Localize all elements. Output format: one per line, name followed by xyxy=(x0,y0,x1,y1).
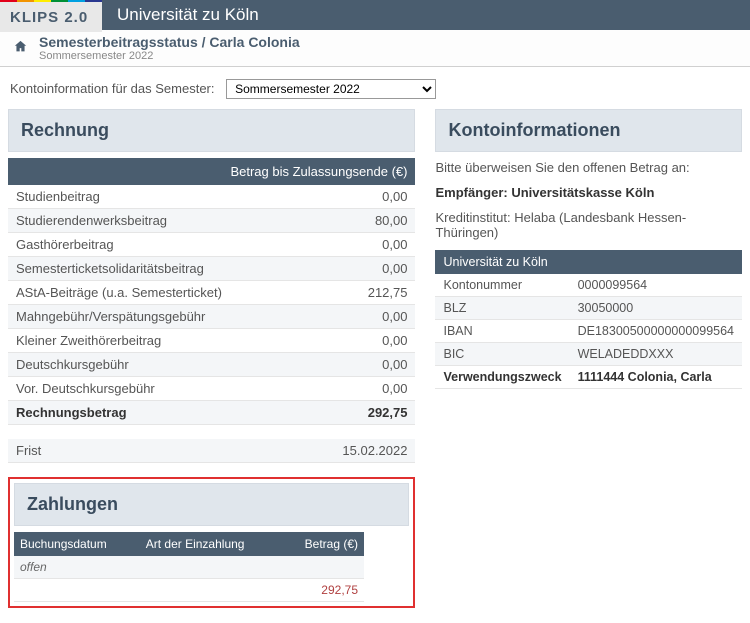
bank-table-header: Universität zu Köln xyxy=(435,250,742,274)
table-row: BICWELADEDDXXX xyxy=(435,343,742,366)
payments-highlight-box: Zahlungen Buchungsdatum Art der Einzahlu… xyxy=(8,477,415,608)
payments-table: Buchungsdatum Art der Einzahlung Betrag … xyxy=(14,532,364,602)
table-row: Gasthörerbeitrag0,00 xyxy=(8,233,415,257)
table-row: IBANDE18300500000000099564 xyxy=(435,320,742,343)
university-name: Universität zu Köln xyxy=(102,5,259,25)
table-row: AStA-Beiträge (u.a. Semesterticket)212,7… xyxy=(8,281,415,305)
table-row: Mahngebühr/Verspätungsgebühr0,00 xyxy=(8,305,415,329)
rainbow-stripe xyxy=(0,0,102,2)
payments-open-row: offen xyxy=(14,556,364,579)
table-row: BLZ30050000 xyxy=(435,297,742,320)
breadcrumb: Semesterbeitragsstatus / Carla Colonia S… xyxy=(39,34,300,62)
klips-logo[interactable]: KLIPS 2.0 xyxy=(0,2,102,32)
top-bar: KLIPS 2.0 Universität zu Köln xyxy=(0,0,750,30)
payments-col-amount: Betrag (€) xyxy=(281,532,364,556)
bank-text: Kreditinstitut: Helaba (Landesbank Hesse… xyxy=(435,210,742,240)
invoice-frist-row: Frist15.02.2022 xyxy=(8,439,415,463)
table-row: Verwendungszweck1111444 Colonia, Carla xyxy=(435,366,742,389)
transfer-text: Bitte überweisen Sie den offenen Betrag … xyxy=(435,160,742,175)
semester-select[interactable]: Sommersemester 2022 xyxy=(226,79,436,99)
semester-selector-row: Kontoinformation für das Semester: Somme… xyxy=(0,67,750,109)
invoice-heading: Rechnung xyxy=(8,109,415,152)
table-row: Semesterticketsolidaritätsbeitrag0,00 xyxy=(8,257,415,281)
account-heading: Kontoinformationen xyxy=(435,109,742,152)
bank-table: Universität zu Köln Kontonummer000009956… xyxy=(435,250,742,389)
sub-header: Semesterbeitragsstatus / Carla Colonia S… xyxy=(0,30,750,67)
invoice-col-header: Betrag bis Zulassungsende (€) xyxy=(8,158,415,185)
payments-amount-row: 292,75 xyxy=(14,578,364,601)
invoice-table: Betrag bis Zulassungsende (€) Studienbei… xyxy=(8,158,415,463)
table-row: Deutschkursgebühr0,00 xyxy=(8,353,415,377)
payments-heading: Zahlungen xyxy=(14,483,409,526)
table-row: Kontonummer0000099564 xyxy=(435,274,742,297)
invoice-total-row: Rechnungsbetrag292,75 xyxy=(8,401,415,425)
home-icon[interactable] xyxy=(10,40,39,56)
table-row: Studierendenwerksbeitrag80,00 xyxy=(8,209,415,233)
recipient-label: Empfänger: Universitätskasse Köln xyxy=(435,185,742,200)
table-row: Kleiner Zweithörerbeitrag0,00 xyxy=(8,329,415,353)
page-title: Semesterbeitragsstatus / Carla Colonia xyxy=(39,34,300,50)
semester-label: Kontoinformation für das Semester: xyxy=(10,81,215,96)
page-subtitle: Sommersemester 2022 xyxy=(39,50,300,62)
table-row: Studienbeitrag0,00 xyxy=(8,185,415,209)
table-row: Vor. Deutschkursgebühr0,00 xyxy=(8,377,415,401)
payments-col-type: Art der Einzahlung xyxy=(140,532,281,556)
payments-col-date: Buchungsdatum xyxy=(14,532,140,556)
logo-block: KLIPS 2.0 xyxy=(0,0,102,32)
